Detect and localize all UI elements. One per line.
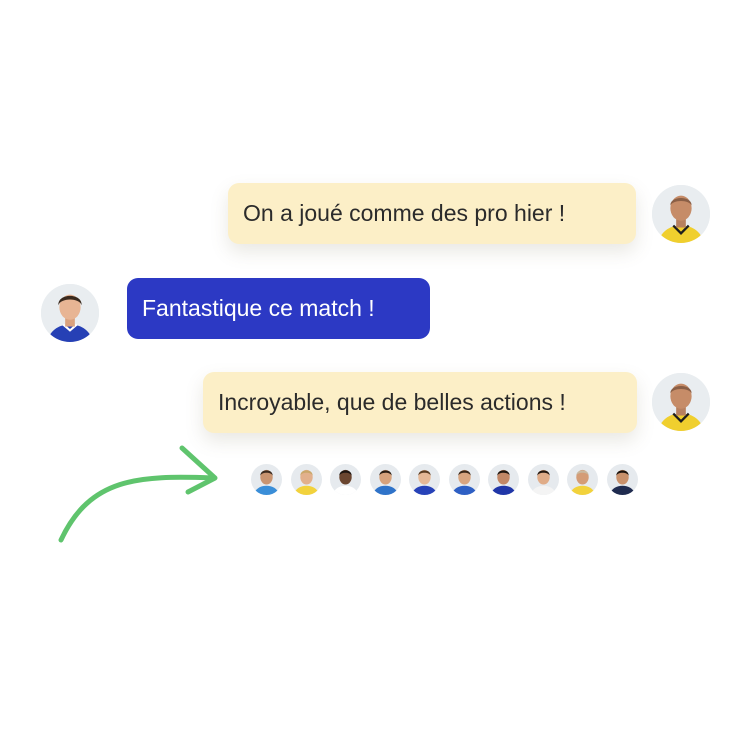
chat-thread: On a joué comme des pro hier ! Fantastiq… (0, 0, 750, 750)
curved-arrow-icon (58, 445, 218, 543)
